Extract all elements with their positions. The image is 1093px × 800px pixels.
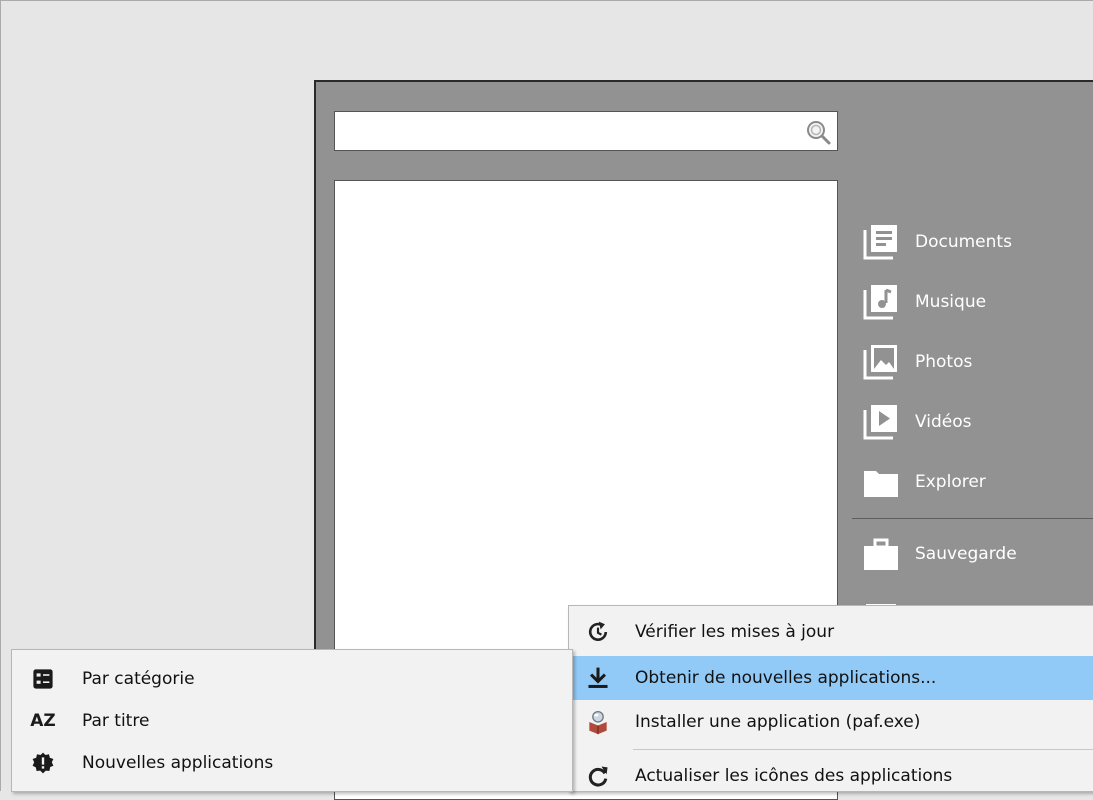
folder-item-documents[interactable]: Documents: [861, 222, 1093, 262]
sort-menu: Par catégorie AZ Par titre Nouvelles app…: [11, 649, 573, 792]
music-icon: [863, 285, 897, 320]
update-check-icon: [583, 617, 613, 647]
menu-item-label: Nouvelles applications: [82, 753, 274, 773]
folder-item-music[interactable]: Musique: [861, 282, 1093, 322]
folder-icon: [864, 471, 898, 497]
menu-item-by-category[interactable]: Par catégorie: [12, 657, 572, 701]
folder-label: Musique: [915, 292, 987, 312]
category-icon: [28, 664, 58, 694]
videos-icon: [863, 405, 897, 440]
folder-separator: [852, 518, 1093, 519]
search-icon[interactable]: [803, 117, 833, 147]
menu-separator: [633, 749, 1093, 750]
folder-label: Sauvegarde: [915, 544, 1017, 564]
new-badge-icon: [28, 748, 58, 778]
folder-label: Photos: [915, 352, 973, 372]
folder-item-photos[interactable]: Photos: [861, 342, 1093, 382]
photos-icon: [863, 345, 897, 380]
menu-item-check-updates[interactable]: Vérifier les mises à jour: [569, 610, 1093, 654]
menu-item-label: Installer une application (paf.exe): [635, 712, 921, 732]
folder-item-videos[interactable]: Vidéos: [861, 402, 1093, 442]
folder-label: Documents: [915, 232, 1012, 252]
menu-item-refresh-icons[interactable]: Actualiser les icônes des applications: [569, 754, 1093, 798]
menu-item-install-app[interactable]: Installer une application (paf.exe): [569, 700, 1093, 744]
menu-item-label: Vérifier les mises à jour: [635, 622, 835, 642]
folder-item-explorer[interactable]: Explorer: [861, 462, 1093, 502]
sort-az-icon: AZ: [30, 711, 56, 731]
menu-item-label: Par catégorie: [82, 669, 195, 689]
install-package-icon: [583, 707, 613, 737]
menu-item-get-new-apps[interactable]: Obtenir de nouvelles applications...: [569, 656, 1093, 700]
search-box[interactable]: [334, 111, 838, 151]
context-menu: Vérifier les mises à jour Obtenir de nou…: [568, 605, 1093, 792]
folder-label: Vidéos: [915, 412, 972, 432]
briefcase-icon: [864, 538, 898, 570]
menu-item-label: Obtenir de nouvelles applications...: [635, 668, 937, 688]
download-icon: [583, 663, 613, 693]
menu-item-label: Actualiser les icônes des applications: [635, 766, 953, 786]
documents-icon: [863, 225, 897, 260]
menu-item-new-apps[interactable]: Nouvelles applications: [12, 741, 572, 785]
refresh-icon: [583, 761, 613, 791]
menu-item-by-title[interactable]: AZ Par titre: [12, 699, 572, 743]
folder-item-backup[interactable]: Sauvegarde: [861, 534, 1093, 574]
menu-item-label: Par titre: [82, 711, 150, 731]
folder-label: Explorer: [915, 472, 986, 492]
search-input[interactable]: [335, 112, 801, 148]
